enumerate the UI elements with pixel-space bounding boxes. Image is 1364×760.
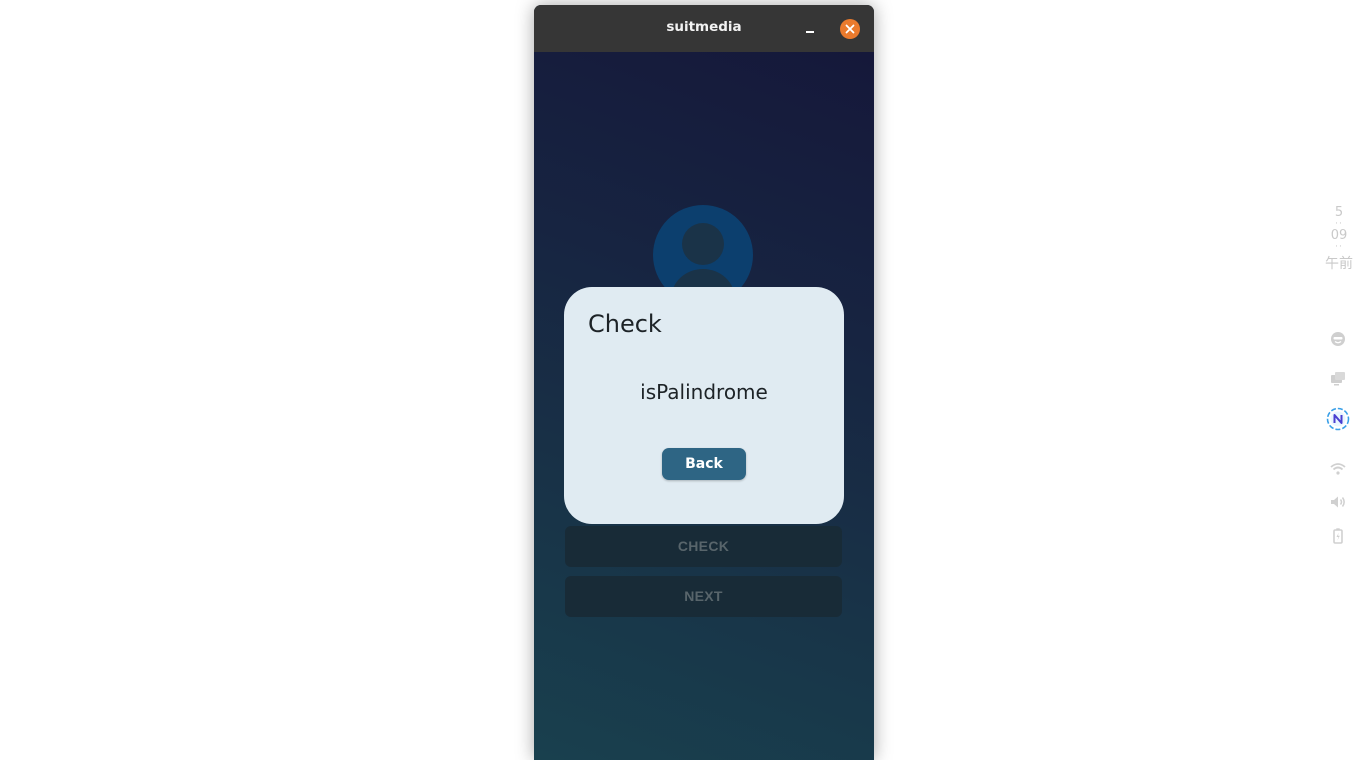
clock-separator: ·· [1335,242,1343,252]
clock[interactable]: 5 ·· 09 ·· 午前 [1318,205,1360,272]
window-title: suitmedia [666,19,742,35]
clock-hour: 5 [1334,205,1344,220]
emoji-icon[interactable] [1328,329,1348,349]
next-button[interactable]: NEXT [565,576,842,617]
close-button[interactable] [840,19,860,39]
app-window: suitmedia CHECK NEXT Check isPalindrome … [534,5,874,760]
system-tray: 5 ·· 09 ·· 午前 [1318,205,1360,544]
minimize-icon [806,31,814,33]
dialog-title: Check [588,310,662,338]
clock-minute: 09 [1330,228,1348,243]
close-icon [845,24,855,34]
n-app-icon[interactable] [1326,407,1350,431]
window-titlebar[interactable]: suitmedia [534,5,874,53]
wifi-icon[interactable] [1328,459,1348,479]
check-button[interactable]: CHECK [565,526,842,567]
app-content: CHECK NEXT Check isPalindrome Back [534,52,874,760]
clock-separator: ·· [1335,219,1343,229]
battery-icon[interactable] [1328,526,1348,546]
screen-icon[interactable] [1328,369,1348,389]
result-dialog: Check isPalindrome Back [564,287,844,524]
minimize-button[interactable] [800,18,822,40]
dialog-message: isPalindrome [640,380,768,404]
back-button[interactable]: Back [662,448,746,480]
clock-ampm: 午前 [1325,256,1353,272]
avatar-head [682,223,724,265]
desktop: suitmedia CHECK NEXT Check isPalindrome … [0,0,1364,760]
volume-icon[interactable] [1328,492,1348,512]
